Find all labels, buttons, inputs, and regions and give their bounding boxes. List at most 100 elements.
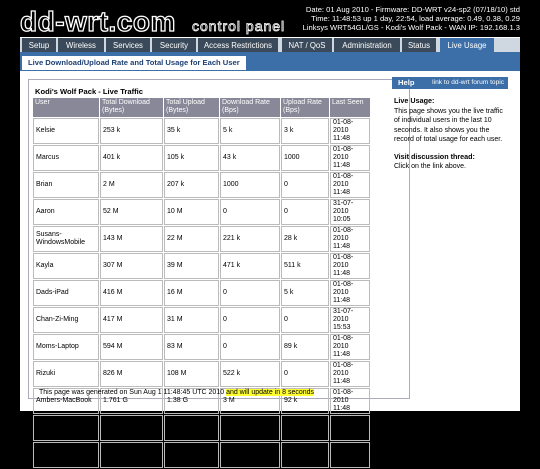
content-area: Kodi's Wolf Pack - Live Traffic User Tot… (20, 71, 520, 468)
table-row: Bens-XBox360 5.192 G 705 M 46 k 0 01-08-2010 … (33, 442, 370, 468)
cell-total-upload: 105 k (164, 145, 219, 171)
cell-download-rate: 471 k (220, 253, 280, 279)
info-uptime: Time: 11:48:53 up 1 day, 22:54, load ave… (311, 14, 520, 24)
cell-total-upload: 57 M (164, 415, 219, 441)
cell-upload-rate: 0 (281, 307, 329, 333)
cell-last-seen: 31-07-2010 10:05 (330, 199, 370, 225)
cell-user: Brian (33, 172, 99, 198)
cell-upload-rate: 89 k (281, 334, 329, 360)
col-upload-rate: Upload Rate (Bps) (281, 98, 329, 117)
info-model-wan: Linksys WRT54GL/GS - Kodi's Wolf Pack - … (302, 23, 520, 33)
generated-time: This page was generated on Sun Aug 1 11:… (39, 389, 227, 396)
update-countdown: and will update in 8 seconds (226, 389, 315, 396)
cell-upload-rate: 0 (281, 361, 329, 387)
router-info: Date: 01 Aug 2010 - Firmware: DD-WRT v24… (270, 5, 520, 33)
cell-download-rate: 43 k (220, 145, 280, 171)
cell-upload-rate: 511 k (281, 253, 329, 279)
cell-total-upload: 16 M (164, 280, 219, 306)
tab-nat-qos[interactable]: NAT / QoS (282, 38, 332, 53)
traffic-table: User Total Download (Bytes) Total Upload… (32, 97, 371, 469)
cell-total-download: 253 k (100, 118, 163, 144)
cell-total-download: 2.121 G (100, 415, 163, 441)
cell-user: Kodi (33, 415, 99, 441)
cell-user: Bens-XBox360 (33, 442, 99, 468)
forum-link[interactable]: link to dd-wrt forum topic (432, 79, 504, 86)
cell-total-upload: 705 M (164, 442, 219, 468)
cell-user: Kayla (33, 253, 99, 279)
cell-total-upload: 207 k (164, 172, 219, 198)
table-row: Kodi 2.121 G 57 M2 M 188 k 01-08-2010 11:48 (33, 415, 370, 441)
cell-last-seen: 01-08-2010 11:48 (330, 253, 370, 279)
cell-user: Susans-WindowsMobile (33, 226, 99, 252)
cell-total-upload: 108 M (164, 361, 219, 387)
cell-upload-rate: 3 k (281, 118, 329, 144)
cell-total-upload: 22 M (164, 226, 219, 252)
help-live-usage-text: This page shows you the live traffic of … (394, 108, 503, 144)
cell-total-upload: 35 k (164, 118, 219, 144)
cell-user: Chan-Zi-Ming (33, 307, 99, 333)
table-header-row: User Total Download (Bytes) Total Upload… (33, 98, 370, 117)
cell-user: Rizuki (33, 361, 99, 387)
live-traffic-title: Kodi's Wolf Pack - Live Traffic (35, 87, 144, 96)
cell-user: Aaron (33, 199, 99, 225)
cell-total-upload: 31 M (164, 307, 219, 333)
cell-total-download: 416 M (100, 280, 163, 306)
cell-total-download: 417 M (100, 307, 163, 333)
tab-status[interactable]: Status (402, 38, 436, 53)
table-row: Rizuki 826 M 108 M 522 k 0 01-08-2010 11:48 (33, 361, 370, 387)
cell-download-rate: 5 k (220, 118, 280, 144)
help-live-usage-heading: Live Usage: (394, 96, 435, 105)
cell-last-seen: 01-08-2010 11:48 (330, 280, 370, 306)
cell-total-download: 2 M (100, 172, 163, 198)
cell-total-download: 401 k (100, 145, 163, 171)
cell-download-rate: 1000 (220, 172, 280, 198)
cell-upload-rate: 0 (281, 442, 329, 468)
router-page: dd-wrt.com control panel Date: 01 Aug 20… (0, 0, 540, 468)
cell-download-rate: 0 (220, 307, 280, 333)
cell-last-seen: 01-08-2010 11:48 (330, 442, 370, 468)
help-discussion-text: Click on the link above. (394, 163, 466, 170)
table-row: Brian 2 M 207 k 1000 0 01-08-2010 11:48 (33, 172, 370, 198)
help-header: Help link to dd-wrt forum topic (392, 77, 508, 89)
tab-security[interactable]: Security (152, 38, 196, 53)
table-row: Dads-iPad 416 M 16 M05 k 01-08-2010 11:48 (33, 280, 370, 306)
table-row: Marcus 401 k 105 k 43 k 1000 01-08-2010 11:48 (33, 145, 370, 171)
tab-setup[interactable]: Setup (22, 38, 56, 53)
table-row: Chan-Zi-Ming 417 M 31 M 0 0 31-07-2010 15:53 (33, 307, 370, 333)
subtab-live-usage[interactable]: Live Download/Upload Rate and Total Usag… (22, 56, 246, 70)
cell-upload-rate: 0 (281, 199, 329, 225)
cell-download-rate: 0 (220, 199, 280, 225)
cell-total-upload: 83 M (164, 334, 219, 360)
live-traffic-panel: Kodi's Wolf Pack - Live Traffic User Tot… (28, 79, 410, 468)
cell-last-seen: 01-08-2010 11:48 (330, 118, 370, 144)
cell-upload-rate: 1000 (281, 145, 329, 171)
main-tab-bar: Setup Wireless Services Security Access … (20, 37, 520, 53)
cell-user: Kelsie (33, 118, 99, 144)
cell-download-rate: 0 (220, 280, 280, 306)
tab-services[interactable]: Services (106, 38, 150, 53)
cell-last-seen: 01-08-2010 11:48 (330, 415, 370, 441)
cell-last-seen: 01-08-2010 11:48 (330, 334, 370, 360)
generated-note: This page was generated on Sun Aug 1 11:… (39, 389, 315, 396)
cell-last-seen: 01-08-2010 11:48 (330, 145, 370, 171)
help-title: Help (398, 78, 415, 87)
tab-administration[interactable]: Administration (334, 38, 400, 53)
cell-user: Dads-iPad (33, 280, 99, 306)
cell-total-download: 594 M (100, 334, 163, 360)
cell-upload-rate: 188 k (281, 415, 329, 441)
cell-total-download: 5.192 G (100, 442, 163, 468)
cell-last-seen: 31-07-2010 15:53 (330, 307, 370, 333)
table-row: Kelsie 253 k 35 k5 k3 k 01-08-2010 11:48 (33, 118, 370, 144)
cell-user: Marcus (33, 145, 99, 171)
cell-download-rate: 522 k (220, 361, 280, 387)
traffic-rows: Kelsie 253 k 35 k5 k3 k 01-08-2010 11:48 Mar… (33, 118, 370, 468)
cell-total-download: 307 M (100, 253, 163, 279)
cell-last-seen: 01-08-2010 11:48 (330, 361, 370, 387)
tab-access-restrictions[interactable]: Access Restrictions (198, 38, 278, 53)
cell-download-rate: 2 M (220, 415, 280, 441)
cell-download-rate: 46 k (220, 442, 280, 468)
col-user: User (33, 98, 99, 117)
tab-wireless[interactable]: Wireless (58, 38, 104, 53)
tab-live-usage[interactable]: Live Usage (440, 38, 494, 53)
cell-last-seen: 01-08-2010 11:48 (330, 388, 370, 414)
